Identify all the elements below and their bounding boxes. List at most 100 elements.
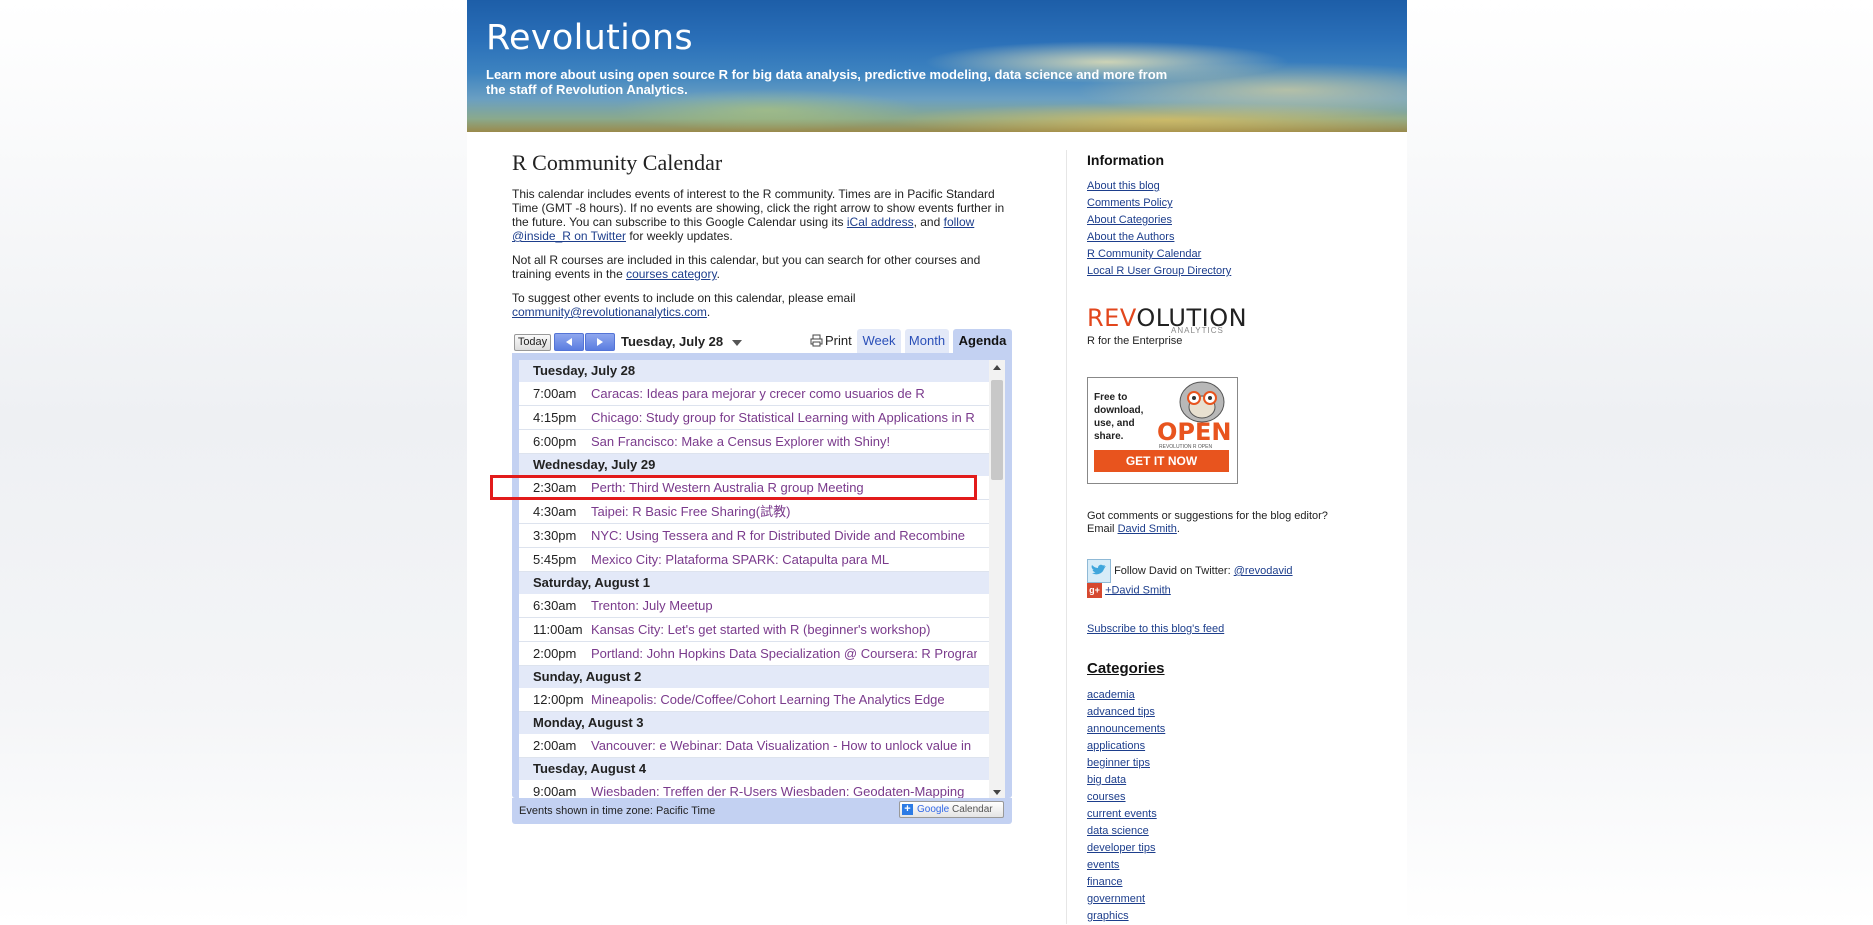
- event-title-link[interactable]: Caracas: Ideas para mejorar y crecer com…: [591, 382, 977, 405]
- google-plus-link[interactable]: +David Smith: [1105, 584, 1171, 596]
- event-title-link[interactable]: Trenton: July Meetup: [591, 594, 977, 617]
- information-link[interactable]: Comments Policy: [1087, 197, 1173, 209]
- agenda-event-row[interactable]: 12:00pm Mineapolis: Code/Coffee/Cohort Le…: [519, 688, 989, 712]
- category-link[interactable]: finance: [1087, 876, 1122, 888]
- event-title-link[interactable]: Kansas City: Let's get started with R (b…: [591, 618, 977, 641]
- courses-text: Not all R courses are included in this c…: [512, 253, 981, 281]
- david-smith-email-link[interactable]: David Smith: [1118, 523, 1177, 535]
- courses-text-end: .: [716, 267, 720, 281]
- scroll-down-arrow[interactable]: [993, 790, 1001, 795]
- courses-paragraph: Not all R courses are included in this c…: [512, 253, 1012, 281]
- blog-banner: Revolutions Learn more about using open …: [467, 0, 1407, 132]
- information-item: R Community Calendar: [1087, 246, 1367, 263]
- category-link[interactable]: applications: [1087, 740, 1145, 752]
- category-link[interactable]: academia: [1087, 689, 1135, 701]
- ad-free-text: Free to download, use, and share.: [1094, 392, 1144, 442]
- scroll-up-arrow[interactable]: [993, 365, 1001, 370]
- category-link[interactable]: graphics: [1087, 910, 1129, 922]
- agenda-event-row[interactable]: 11:00am Kansas City: Let's get started wi…: [519, 618, 989, 642]
- suggest-text-end: .: [706, 305, 711, 319]
- twitter-follow: Follow David on Twitter: @revodavid: [1087, 559, 1293, 583]
- event-time: 11:00am: [533, 622, 583, 637]
- event-title-link[interactable]: NYC: Using Tessera and R for Distributed…: [591, 524, 977, 547]
- event-title-link[interactable]: Perth: Third Western Australia R group M…: [591, 476, 977, 499]
- agenda-event-row[interactable]: 6:00pm San Francisco: Make a Census Explo…: [519, 430, 989, 454]
- category-link[interactable]: government: [1087, 893, 1145, 905]
- agenda-event-row[interactable]: 2:00am Vancouver: e Webinar: Data Visuali…: [519, 734, 989, 758]
- agenda-event-row[interactable]: 4:30am Taipei: R Basic Free Sharing(試教): [519, 500, 989, 524]
- event-time: 2:00am: [533, 738, 577, 753]
- agenda-event-row[interactable]: 2:00pm Portland: John Hopkins Data Specia…: [519, 642, 989, 666]
- category-link[interactable]: advanced tips: [1087, 706, 1155, 718]
- agenda-list[interactable]: Tuesday, July 28 7:00am Caracas: Ideas par…: [519, 360, 989, 800]
- blog-title[interactable]: Revolutions: [486, 18, 693, 58]
- event-title-link[interactable]: Vancouver: e Webinar: Data Visualization…: [591, 734, 977, 757]
- ical-link[interactable]: iCal address: [847, 215, 914, 229]
- agenda-event-row[interactable]: 4:15pm Chicago: Study group for Statistic…: [519, 406, 989, 430]
- category-item: events: [1087, 857, 1367, 874]
- category-link[interactable]: developer tips: [1087, 842, 1156, 854]
- agenda-event-row[interactable]: 3:30pm NYC: Using Tessera and R for Distr…: [519, 524, 989, 548]
- agenda-event-row[interactable]: 5:45pm Mexico City: Plataforma SPARK: Cat…: [519, 548, 989, 572]
- get-it-now-button[interactable]: GET IT NOW: [1094, 450, 1229, 472]
- information-link[interactable]: About the Authors: [1087, 231, 1174, 243]
- print-button[interactable]: Print: [810, 333, 852, 348]
- today-button[interactable]: Today: [514, 334, 551, 351]
- scroll-thumb[interactable]: [991, 380, 1003, 480]
- intro-text-3: for weekly updates.: [626, 229, 733, 243]
- revolution-analytics-logo[interactable]: REVOLUTION ANALYTICS: [1087, 304, 1247, 335]
- category-link[interactable]: courses: [1087, 791, 1126, 803]
- arrow-left-icon: [566, 338, 572, 346]
- event-title-link[interactable]: Wiesbaden: Treffen der R-Users Wiesbaden…: [591, 780, 977, 800]
- event-title-link[interactable]: Portland: John Hopkins Data Specializati…: [591, 642, 977, 665]
- category-link[interactable]: big data: [1087, 774, 1126, 786]
- event-title-link[interactable]: San Francisco: Make a Census Explorer wi…: [591, 430, 977, 453]
- category-link[interactable]: beginner tips: [1087, 757, 1150, 769]
- event-time: 4:15pm: [533, 410, 577, 425]
- add-to-google-calendar-button[interactable]: + Google Calendar: [899, 801, 1004, 818]
- prev-arrow-button[interactable]: [554, 333, 584, 351]
- information-item: About the Authors: [1087, 229, 1367, 246]
- tab-month[interactable]: Month: [905, 329, 949, 353]
- event-title-link[interactable]: Taipei: R Basic Free Sharing(試教): [591, 500, 977, 523]
- courses-category-link[interactable]: courses category: [626, 267, 717, 281]
- information-link[interactable]: About Categories: [1087, 214, 1172, 226]
- category-link[interactable]: announcements: [1087, 723, 1165, 735]
- event-time: 4:30am: [533, 504, 577, 519]
- information-link[interactable]: About this blog: [1087, 180, 1160, 192]
- event-title-link[interactable]: Mineapolis: Code/Coffee/Cohort Learning …: [591, 688, 977, 711]
- event-title-link[interactable]: Chicago: Study group for Statistical Lea…: [591, 406, 977, 429]
- date-dropdown-icon[interactable]: [732, 340, 742, 346]
- logo-analytics: ANALYTICS: [1171, 326, 1224, 335]
- agenda-event-row[interactable]: 2:30am Perth: Third Western Australia R g…: [519, 476, 989, 500]
- logo-tagline: R for the Enterprise: [1087, 335, 1183, 347]
- revolution-r-open-ad[interactable]: Free to download, use, and share. OPEN R…: [1087, 377, 1238, 484]
- tab-week[interactable]: Week: [857, 329, 901, 353]
- agenda-event-row[interactable]: 9:00am Wiesbaden: Treffen der R-Users Wie…: [519, 780, 989, 800]
- event-time: 7:00am: [533, 386, 577, 401]
- agenda-event-row[interactable]: 7:00am Caracas: Ideas para mejorar y crec…: [519, 382, 989, 406]
- event-title-link[interactable]: Mexico City: Plataforma SPARK: Catapulta…: [591, 548, 977, 571]
- agenda-scrollbar[interactable]: [989, 360, 1005, 800]
- categories-heading[interactable]: Categories: [1087, 660, 1367, 677]
- google-plus-icon[interactable]: g+: [1087, 583, 1102, 598]
- information-link[interactable]: Local R User Group Directory: [1087, 265, 1231, 277]
- subscribe-feed-link[interactable]: Subscribe to this blog's feed: [1087, 623, 1224, 635]
- google-calendar-embed: Today Tuesday, July 28 Print Week Month …: [512, 329, 1012, 831]
- sidebar-divider: [1066, 150, 1067, 924]
- category-link[interactable]: current events: [1087, 808, 1157, 820]
- tab-agenda[interactable]: Agenda: [953, 329, 1012, 353]
- agenda-event-row[interactable]: 6:30am Trenton: July Meetup: [519, 594, 989, 618]
- twitter-text: Follow David on Twitter:: [1114, 564, 1234, 577]
- revodavid-link[interactable]: @revodavid: [1234, 565, 1293, 577]
- twitter-bird-icon[interactable]: [1087, 559, 1111, 583]
- suggest-paragraph: To suggest other events to include on th…: [512, 291, 1012, 319]
- category-link[interactable]: events: [1087, 859, 1119, 871]
- post-title[interactable]: R Community Calendar: [512, 150, 1012, 176]
- event-time: 2:00pm: [533, 646, 577, 661]
- category-item: graphics: [1087, 908, 1367, 925]
- community-email-link[interactable]: community@revolutionanalytics.com: [512, 305, 707, 319]
- next-arrow-button[interactable]: [585, 333, 615, 351]
- information-link[interactable]: R Community Calendar: [1087, 248, 1201, 260]
- category-link[interactable]: data science: [1087, 825, 1149, 837]
